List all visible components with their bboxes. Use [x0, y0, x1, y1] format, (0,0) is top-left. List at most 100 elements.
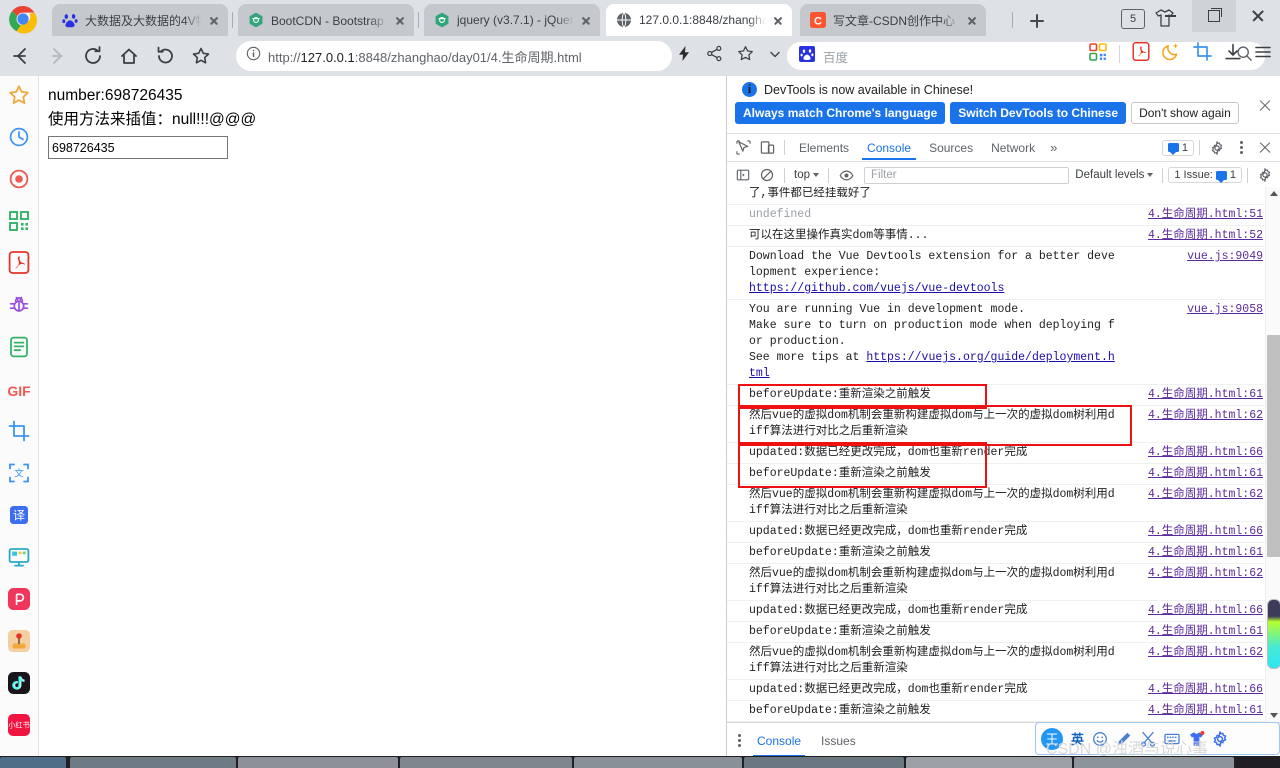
sidebar-item-pdf[interactable] [0, 244, 38, 286]
console-message-row[interactable]: 然后vue的虚拟dom机制会重新构建虚拟dom与上一次的虚拟dom树利用diff… [727, 406, 1280, 443]
ime-toolbar[interactable]: 王 英 [1035, 722, 1280, 755]
scroll-down-arrow[interactable] [1266, 709, 1280, 722]
console-message-row[interactable]: 可以在这里操作真实dom等事情...4.生命周期.html:52 [727, 226, 1280, 247]
message-count-badge[interactable]: 1 [1162, 140, 1194, 156]
shirt-icon[interactable] [1188, 731, 1204, 747]
flash-icon[interactable] [676, 45, 692, 67]
taskbar-item[interactable] [744, 757, 904, 768]
sidebar-item-ocr[interactable]: 文 [0, 454, 38, 496]
tab-close-icon[interactable] [392, 12, 408, 28]
banner-close-icon[interactable] [1259, 100, 1271, 112]
console-message-source[interactable]: 4.生命周期.html:66 [1148, 603, 1263, 619]
drawer-more-icon[interactable] [731, 733, 747, 749]
console-message-source[interactable]: 4.生命周期.html:52 [1148, 228, 1263, 244]
sidebar-item-gif[interactable]: GIF [0, 370, 38, 412]
console-message-source[interactable]: vue.js:9058 [1187, 302, 1263, 318]
dont-show-again-button[interactable]: Don't show again [1131, 102, 1239, 124]
taskbar-item[interactable] [70, 757, 236, 768]
console-message-source[interactable]: 4.生命周期.html:61 [1148, 466, 1263, 482]
gear-icon[interactable] [1212, 731, 1228, 747]
console-message-source[interactable]: 4.生命周期.html:66 [1148, 682, 1263, 698]
inspect-icon[interactable] [731, 136, 755, 160]
new-tab-button[interactable] [1024, 8, 1050, 34]
taskbar-item[interactable] [400, 757, 572, 768]
console-message-row[interactable]: beforeUpdate:重新渲染之前触发4.生命周期.html:61 [727, 464, 1280, 485]
console-message-source[interactable]: 4.生命周期.html:66 [1148, 445, 1263, 461]
apps-grid-icon[interactable] [1089, 43, 1107, 66]
sidebar-item-screen[interactable] [0, 538, 38, 580]
console-message-row[interactable]: updated:数据已经更改完成，dom也重新render完成4.生命周期.ht… [727, 522, 1280, 543]
tab-0[interactable]: 大数据及大数据的4V特征 [52, 4, 228, 36]
console-settings-gear-icon[interactable] [1253, 163, 1277, 187]
dark-mode-icon[interactable] [1162, 42, 1181, 66]
reload-icon[interactable] [78, 41, 108, 71]
tab-close-icon[interactable] [578, 12, 594, 28]
window-count-badge[interactable]: 5 [1121, 9, 1145, 29]
sidebar-item-pinduoduo[interactable] [0, 580, 38, 622]
sidebar-item-xiaohongshu[interactable]: 小红书 [0, 706, 38, 748]
sidebar-item-history[interactable] [0, 118, 38, 160]
console-message-row[interactable]: You are running Vue in development mode.… [727, 300, 1280, 385]
console-message-row[interactable]: Download the Vue Devtools extension for … [727, 247, 1280, 300]
keyboard-icon[interactable] [1164, 731, 1180, 747]
console-message-row[interactable]: 然后vue的虚拟dom机制会重新构建虚拟dom与上一次的虚拟dom树利用diff… [727, 485, 1280, 522]
close-devtools-icon[interactable] [1253, 136, 1277, 160]
console-message-link[interactable]: https://vuejs.org/guide/deployment.html [749, 351, 1115, 380]
console-scrollbar[interactable] [1265, 187, 1280, 722]
bookmark-star-icon[interactable] [186, 41, 216, 71]
console-sidebar-icon[interactable] [731, 163, 755, 187]
sidebar-item-bookmark-star[interactable] [0, 76, 38, 118]
tab-3[interactable]: 127.0.0.1:8848/zhangha [606, 4, 792, 36]
history-icon[interactable] [150, 41, 180, 71]
settings-gear-icon[interactable] [1205, 136, 1229, 160]
console-message-source[interactable]: 4.生命周期.html:61 [1148, 387, 1263, 403]
device-toolbar-icon[interactable] [755, 136, 779, 160]
console-message-source[interactable]: 4.生命周期.html:61 [1148, 624, 1263, 640]
ime-language-indicator[interactable]: 英 [1071, 729, 1084, 748]
tab-close-icon[interactable] [206, 12, 222, 28]
console-message-source[interactable]: 4.生命周期.html:62 [1148, 408, 1263, 424]
taskbar-item[interactable] [0, 757, 66, 768]
screenshot-crop-icon[interactable] [1193, 42, 1212, 66]
console-message-source[interactable]: 4.生命周期.html:61 [1148, 703, 1263, 719]
forward-icon[interactable] [42, 41, 72, 71]
log-levels-selector[interactable]: Default levels [1075, 169, 1157, 181]
issues-badge[interactable]: 1 Issue: 1 [1168, 167, 1242, 183]
sidebar-item-translate[interactable]: 译 [0, 496, 38, 538]
taskbar-item[interactable] [1074, 757, 1234, 768]
tab-4[interactable]: C 写文章-CSDN创作中心 [800, 4, 986, 36]
share-icon[interactable] [706, 45, 723, 67]
menu-icon[interactable] [1254, 43, 1272, 66]
taskbar-item[interactable] [574, 757, 742, 768]
tab-close-icon[interactable] [770, 12, 786, 28]
window-close-button[interactable] [1236, 0, 1280, 32]
pdf-icon[interactable] [1132, 42, 1150, 66]
number-input[interactable] [48, 136, 228, 159]
window-maximize-button[interactable] [1192, 0, 1236, 32]
more-tabs-icon[interactable]: » [1044, 140, 1063, 155]
sidebar-item-notes[interactable] [0, 328, 38, 370]
download-icon[interactable] [1224, 43, 1242, 66]
execution-context-selector[interactable]: top [790, 169, 823, 181]
console-message-row[interactable]: undefined4.生命周期.html:51 [727, 205, 1280, 226]
emoji-icon[interactable] [1092, 731, 1108, 747]
switch-to-chinese-button[interactable]: Switch DevTools to Chinese [950, 102, 1126, 124]
tab-network[interactable]: Network [982, 136, 1044, 160]
scissors-icon[interactable] [1140, 731, 1156, 747]
console-message-source[interactable]: 4.生命周期.html:62 [1148, 645, 1263, 661]
console-message-row[interactable]: updated:数据已经更改完成，dom也重新render完成4.生命周期.ht… [727, 680, 1280, 701]
more-options-icon[interactable] [1229, 136, 1253, 160]
sidebar-item-bug[interactable] [0, 286, 38, 328]
clear-console-icon[interactable] [755, 163, 779, 187]
star-icon[interactable] [737, 45, 754, 67]
console-message-row[interactable]: 然后vue的虚拟dom机制会重新构建虚拟dom与上一次的虚拟dom树利用diff… [727, 564, 1280, 601]
console-message-source[interactable]: 4.生命周期.html:61 [1148, 545, 1263, 561]
back-icon[interactable] [6, 41, 36, 71]
tab-elements[interactable]: Elements [790, 136, 858, 160]
console-message-row[interactable]: updated:数据已经更改完成，dom也重新render完成4.生命周期.ht… [727, 601, 1280, 622]
sidebar-item-record[interactable] [0, 160, 38, 202]
drawer-tab-console[interactable]: Console [747, 726, 811, 756]
scroll-up-arrow[interactable] [1266, 187, 1280, 200]
console-message-row[interactable]: updated:数据已经更改完成，dom也重新render完成4.生命周期.ht… [727, 443, 1280, 464]
tab-close-icon[interactable] [964, 12, 980, 28]
